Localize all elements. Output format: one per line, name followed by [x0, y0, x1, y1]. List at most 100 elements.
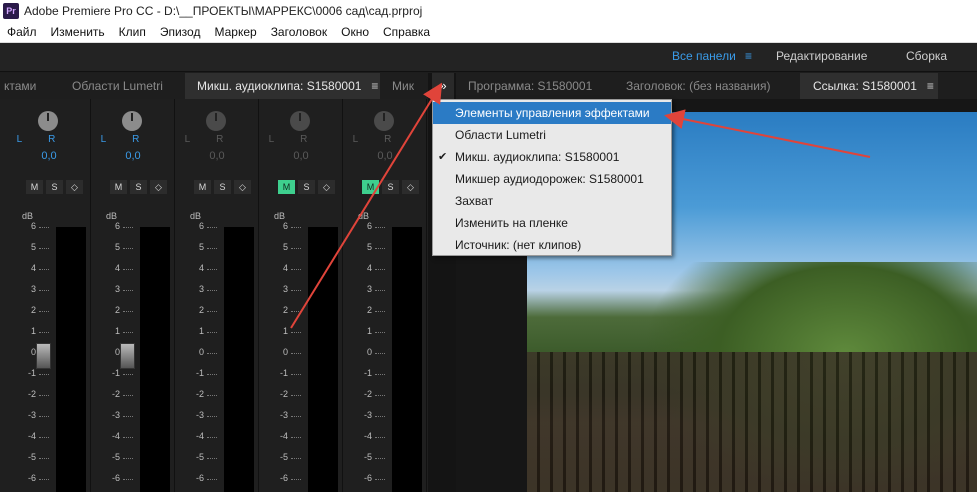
tab-lumetri-scopes[interactable]: Области Lumetri	[72, 73, 172, 99]
pan-knob[interactable]	[206, 111, 226, 131]
keyframe-button[interactable]: ◇	[66, 180, 83, 194]
mute-button[interactable]: M	[194, 180, 211, 194]
solo-button[interactable]: S	[298, 180, 315, 194]
menu-clip[interactable]: Клип	[112, 22, 153, 42]
db-tick: 2	[272, 305, 301, 315]
db-tick: 3	[272, 284, 301, 294]
menu-title[interactable]: Заголовок	[264, 22, 334, 42]
menu-help[interactable]: Справка	[376, 22, 437, 42]
workspace-menu-icon[interactable]: ≡	[745, 49, 752, 63]
mute-button[interactable]: M	[26, 180, 43, 194]
tab-overflow-button[interactable]: »	[432, 73, 454, 99]
solo-button[interactable]: S	[382, 180, 399, 194]
db-tick: -5	[272, 452, 301, 462]
pan-value[interactable]: 0,0	[260, 150, 342, 162]
menu-sequence[interactable]: Эпизод	[153, 22, 208, 42]
tab-effects-partial[interactable]: ктами	[4, 73, 54, 99]
tab-audio-clip-mixer[interactable]: Микш. аудиоклипа: S1580001 ≡	[185, 73, 380, 99]
solo-button[interactable]: S	[46, 180, 63, 194]
panel-overflow-dropdown: Элементы управления эффектами Области Lu…	[432, 99, 672, 256]
dropdown-item-effect-controls[interactable]: Элементы управления эффектами	[433, 102, 671, 124]
dropdown-item-label: Микшер аудиодорожек: S1580001	[455, 172, 644, 186]
window-title: Adobe Premiere Pro CC - D:\__ПРОЕКТЫ\МАР…	[24, 4, 423, 18]
db-tick: -6	[272, 473, 301, 483]
workspace-bar: Все панели ≡ Редактирование Сборка	[0, 43, 977, 72]
volume-fader[interactable]	[36, 343, 51, 369]
solo-button[interactable]: S	[214, 180, 231, 194]
dropdown-item-audio-clip-mixer[interactable]: ✔ Микш. аудиоклипа: S1580001	[433, 146, 671, 168]
pan-knob[interactable]	[374, 111, 394, 131]
db-tick: -5	[20, 452, 49, 462]
dropdown-item-edit-to-tape[interactable]: Изменить на пленке	[433, 212, 671, 234]
menu-window[interactable]: Окно	[334, 22, 376, 42]
db-tick: 0	[272, 347, 301, 357]
db-tick: -4	[272, 431, 301, 441]
db-tick: -6	[104, 473, 133, 483]
keyframe-button[interactable]: ◇	[150, 180, 167, 194]
mute-button[interactable]: M	[278, 180, 295, 194]
db-label: dB	[190, 211, 202, 221]
tab-title[interactable]: Заголовок: (без названия)	[626, 73, 801, 99]
db-tick: -4	[356, 431, 385, 441]
pan-value[interactable]: 0,0	[344, 150, 426, 162]
dropdown-item-audio-track-mixer[interactable]: Микшер аудиодорожек: S1580001	[433, 168, 671, 190]
mute-button[interactable]: M	[110, 180, 127, 194]
db-tick: 1	[272, 326, 301, 336]
db-tick: 1	[104, 326, 133, 336]
tab-program-monitor[interactable]: Программа: S1580001	[468, 73, 608, 99]
channel-buttons: M S ◇	[278, 180, 335, 194]
keyframe-button[interactable]: ◇	[318, 180, 335, 194]
db-tick: -3	[104, 410, 133, 420]
panel-menu-icon[interactable]: ≡	[371, 79, 378, 93]
premiere-app-icon: Pr	[3, 3, 19, 19]
panel-menu-icon[interactable]: ≡	[927, 79, 934, 93]
pan-lr-label: LR	[100, 134, 166, 145]
db-tick: 4	[20, 263, 49, 273]
pan-value[interactable]: 0,0	[176, 150, 258, 162]
menu-bar: Файл Изменить Клип Эпизод Маркер Заголов…	[0, 22, 977, 43]
channel-buttons: M S ◇	[110, 180, 167, 194]
menu-file[interactable]: Файл	[0, 22, 44, 42]
db-tick: -5	[188, 452, 217, 462]
dropdown-item-capture[interactable]: Захват	[433, 190, 671, 212]
workspace-edit[interactable]: Редактирование	[776, 49, 867, 63]
keyframe-button[interactable]: ◇	[402, 180, 419, 194]
left-panel-tabs: ктами Области Lumetri Микш. аудиоклипа: …	[0, 73, 432, 99]
pan-value[interactable]: 0,0	[92, 150, 174, 162]
pan-knob[interactable]	[38, 111, 58, 131]
pan-value[interactable]: 0,0	[8, 150, 90, 162]
pan-lr-label: LR	[268, 134, 334, 145]
keyframe-button[interactable]: ◇	[234, 180, 251, 194]
db-tick: -5	[356, 452, 385, 462]
workspace-all-panels[interactable]: Все панели	[672, 49, 736, 63]
volume-fader[interactable]	[120, 343, 135, 369]
audio-clip-mixer: LR 0,0 M S ◇ dB 6 5 4 3 2 1 0 -1 -2 -3 -4 -5 -6 LR 0,0 M S ◇ dB 6…	[0, 99, 428, 492]
pan-lr-label: LR	[184, 134, 250, 145]
dropdown-item-lumetri-scopes[interactable]: Области Lumetri	[433, 124, 671, 146]
solo-button[interactable]: S	[130, 180, 147, 194]
dropdown-item-source[interactable]: Источник: (нет клипов)	[433, 234, 671, 256]
db-label: dB	[358, 211, 370, 221]
menu-edit[interactable]: Изменить	[44, 22, 112, 42]
db-tick: -4	[20, 431, 49, 441]
db-tick: -2	[272, 389, 301, 399]
db-tick: 0	[188, 347, 217, 357]
tab-audio-track-mixer-partial[interactable]: Мик	[392, 73, 428, 99]
mixer-channel-strip: LR 0,0 M S ◇ dB 6 5 4 3 2 1 0 -1 -2 -3 -4 -5 -6	[8, 99, 91, 492]
pan-lr-label: LR	[352, 134, 418, 145]
pan-knob[interactable]	[290, 111, 310, 131]
db-tick: 6	[272, 221, 301, 231]
pan-knob[interactable]	[122, 111, 142, 131]
db-tick: 0	[20, 347, 49, 357]
db-tick: -4	[104, 431, 133, 441]
db-tick: 4	[356, 263, 385, 273]
db-tick: 6	[20, 221, 49, 231]
workspace-assembly[interactable]: Сборка	[906, 49, 947, 63]
dropdown-item-label: Микш. аудиоклипа: S1580001	[455, 150, 620, 164]
db-tick: 4	[272, 263, 301, 273]
mixer-channel-strip: LR 0,0 M S ◇ dB 6 5 4 3 2 1 0 -1 -2 -3 -4 -5 -6	[344, 99, 427, 492]
mute-button[interactable]: M	[362, 180, 379, 194]
dropdown-item-label: Источник: (нет клипов)	[455, 238, 582, 252]
tab-reference-monitor[interactable]: Ссылка: S1580001 ≡	[800, 73, 938, 99]
menu-marker[interactable]: Маркер	[207, 22, 263, 42]
